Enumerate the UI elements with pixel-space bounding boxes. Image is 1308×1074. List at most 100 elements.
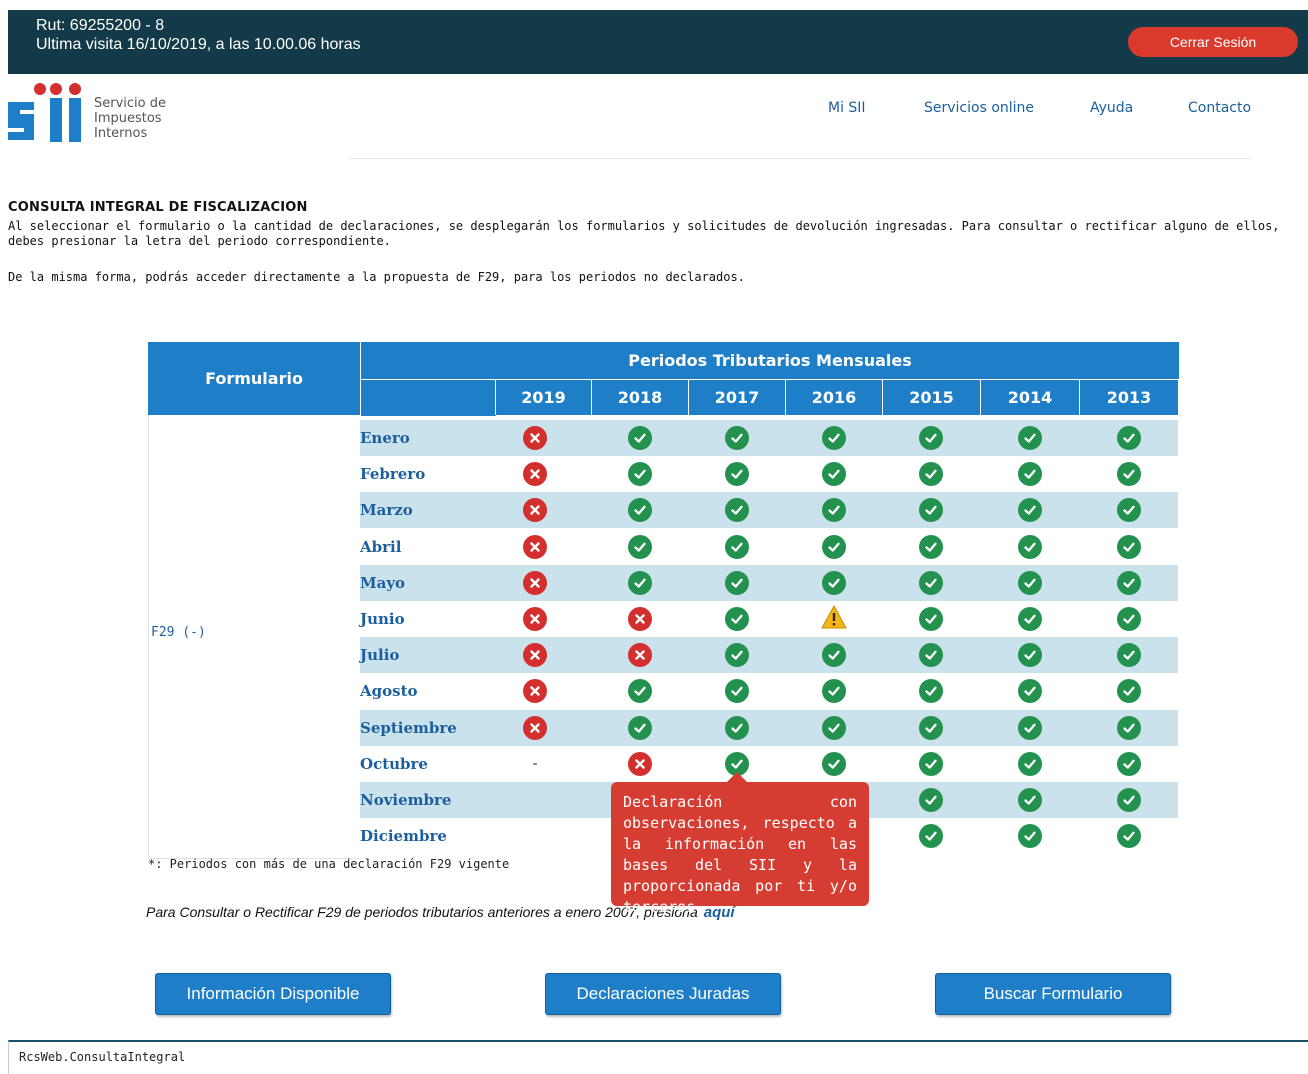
check-icon[interactable] bbox=[627, 679, 652, 704]
check-icon[interactable] bbox=[919, 824, 943, 849]
period-cell[interactable] bbox=[1079, 710, 1178, 746]
period-cell[interactable] bbox=[591, 529, 688, 565]
check-icon[interactable] bbox=[1116, 534, 1141, 559]
check-icon[interactable] bbox=[1116, 679, 1141, 704]
period-cell[interactable] bbox=[980, 492, 1079, 528]
older-periods-link[interactable]: aquí bbox=[704, 904, 735, 921]
period-cell[interactable] bbox=[688, 420, 785, 456]
period-cell[interactable] bbox=[487, 710, 583, 746]
check-icon[interactable] bbox=[821, 426, 846, 450]
check-icon[interactable] bbox=[919, 715, 943, 740]
check-icon[interactable] bbox=[1017, 824, 1042, 849]
period-cell[interactable] bbox=[785, 420, 882, 456]
period-cell[interactable] bbox=[1079, 456, 1178, 492]
period-cell[interactable] bbox=[882, 818, 980, 854]
check-icon[interactable] bbox=[1017, 498, 1042, 523]
period-cell[interactable] bbox=[785, 673, 882, 709]
period-cell[interactable] bbox=[882, 529, 980, 565]
error-icon[interactable] bbox=[627, 643, 652, 668]
period-cell[interactable] bbox=[980, 456, 1079, 492]
period-cell[interactable] bbox=[882, 782, 980, 818]
check-icon[interactable] bbox=[919, 570, 943, 595]
error-icon[interactable] bbox=[523, 607, 547, 631]
period-cell[interactable] bbox=[591, 710, 688, 746]
period-cell[interactable] bbox=[1079, 673, 1178, 709]
check-icon[interactable] bbox=[724, 607, 749, 631]
check-icon[interactable] bbox=[724, 643, 749, 668]
check-icon[interactable] bbox=[1017, 570, 1042, 595]
error-icon[interactable] bbox=[523, 715, 547, 740]
period-cell[interactable] bbox=[688, 673, 785, 709]
period-cell[interactable] bbox=[980, 782, 1079, 818]
check-icon[interactable] bbox=[724, 498, 749, 523]
period-cell[interactable] bbox=[882, 420, 980, 456]
period-cell[interactable] bbox=[1079, 782, 1178, 818]
nav-contacto[interactable]: Contacto bbox=[1188, 100, 1251, 116]
period-cell[interactable] bbox=[785, 529, 882, 565]
check-icon[interactable] bbox=[1017, 426, 1042, 450]
period-cell[interactable] bbox=[591, 492, 688, 528]
check-icon[interactable] bbox=[1116, 426, 1141, 450]
check-icon[interactable] bbox=[821, 643, 846, 668]
period-cell[interactable] bbox=[591, 420, 688, 456]
period-cell[interactable] bbox=[688, 710, 785, 746]
check-icon[interactable] bbox=[627, 534, 652, 559]
check-icon[interactable] bbox=[1116, 715, 1141, 740]
check-icon[interactable] bbox=[1116, 788, 1141, 812]
check-icon[interactable] bbox=[627, 498, 652, 523]
error-icon[interactable] bbox=[523, 679, 547, 704]
check-icon[interactable] bbox=[919, 788, 943, 812]
info-available-button[interactable]: Información Disponible bbox=[155, 973, 391, 1015]
period-cell[interactable] bbox=[882, 456, 980, 492]
check-icon[interactable] bbox=[821, 462, 846, 487]
period-cell[interactable] bbox=[1079, 746, 1178, 782]
check-icon[interactable] bbox=[919, 751, 943, 776]
check-icon[interactable] bbox=[627, 462, 652, 487]
check-icon[interactable] bbox=[1116, 643, 1141, 668]
period-cell[interactable] bbox=[591, 637, 688, 673]
check-icon[interactable] bbox=[724, 715, 749, 740]
error-icon[interactable] bbox=[523, 426, 547, 450]
period-cell[interactable] bbox=[1079, 601, 1178, 637]
period-cell[interactable] bbox=[980, 710, 1079, 746]
period-cell[interactable] bbox=[688, 565, 785, 601]
period-cell[interactable] bbox=[980, 818, 1079, 854]
sii-logo[interactable] bbox=[8, 82, 88, 144]
period-cell[interactable] bbox=[882, 710, 980, 746]
check-icon[interactable] bbox=[919, 679, 943, 704]
period-cell[interactable] bbox=[785, 565, 882, 601]
check-icon[interactable] bbox=[724, 534, 749, 559]
sworn-declarations-button[interactable]: Declaraciones Juradas bbox=[545, 973, 781, 1015]
period-cell[interactable] bbox=[591, 456, 688, 492]
check-icon[interactable] bbox=[821, 534, 846, 559]
check-icon[interactable] bbox=[1017, 643, 1042, 668]
check-icon[interactable] bbox=[821, 715, 846, 740]
check-icon[interactable] bbox=[627, 426, 652, 450]
form-f29-link[interactable]: F29 (-) bbox=[151, 625, 206, 640]
check-icon[interactable] bbox=[1017, 607, 1042, 631]
search-form-button[interactable]: Buscar Formulario bbox=[935, 973, 1171, 1015]
period-cell[interactable] bbox=[1079, 420, 1178, 456]
period-cell[interactable] bbox=[980, 673, 1079, 709]
period-cell[interactable] bbox=[1079, 565, 1178, 601]
period-cell[interactable] bbox=[688, 456, 785, 492]
period-cell[interactable] bbox=[591, 601, 688, 637]
period-cell[interactable] bbox=[591, 673, 688, 709]
period-cell[interactable] bbox=[882, 673, 980, 709]
period-cell[interactable] bbox=[980, 637, 1079, 673]
check-icon[interactable] bbox=[627, 570, 652, 595]
check-icon[interactable] bbox=[919, 426, 943, 450]
check-icon[interactable] bbox=[724, 462, 749, 487]
period-cell[interactable] bbox=[882, 746, 980, 782]
period-cell[interactable] bbox=[487, 420, 583, 456]
nav-ayuda[interactable]: Ayuda bbox=[1090, 100, 1133, 116]
period-cell[interactable] bbox=[1079, 818, 1178, 854]
period-cell[interactable] bbox=[980, 420, 1079, 456]
check-icon[interactable] bbox=[1116, 570, 1141, 595]
check-icon[interactable] bbox=[1116, 824, 1141, 849]
period-cell[interactable] bbox=[980, 529, 1079, 565]
period-cell[interactable] bbox=[688, 529, 785, 565]
period-cell[interactable] bbox=[785, 492, 882, 528]
check-icon[interactable] bbox=[919, 643, 943, 668]
check-icon[interactable] bbox=[724, 426, 749, 450]
